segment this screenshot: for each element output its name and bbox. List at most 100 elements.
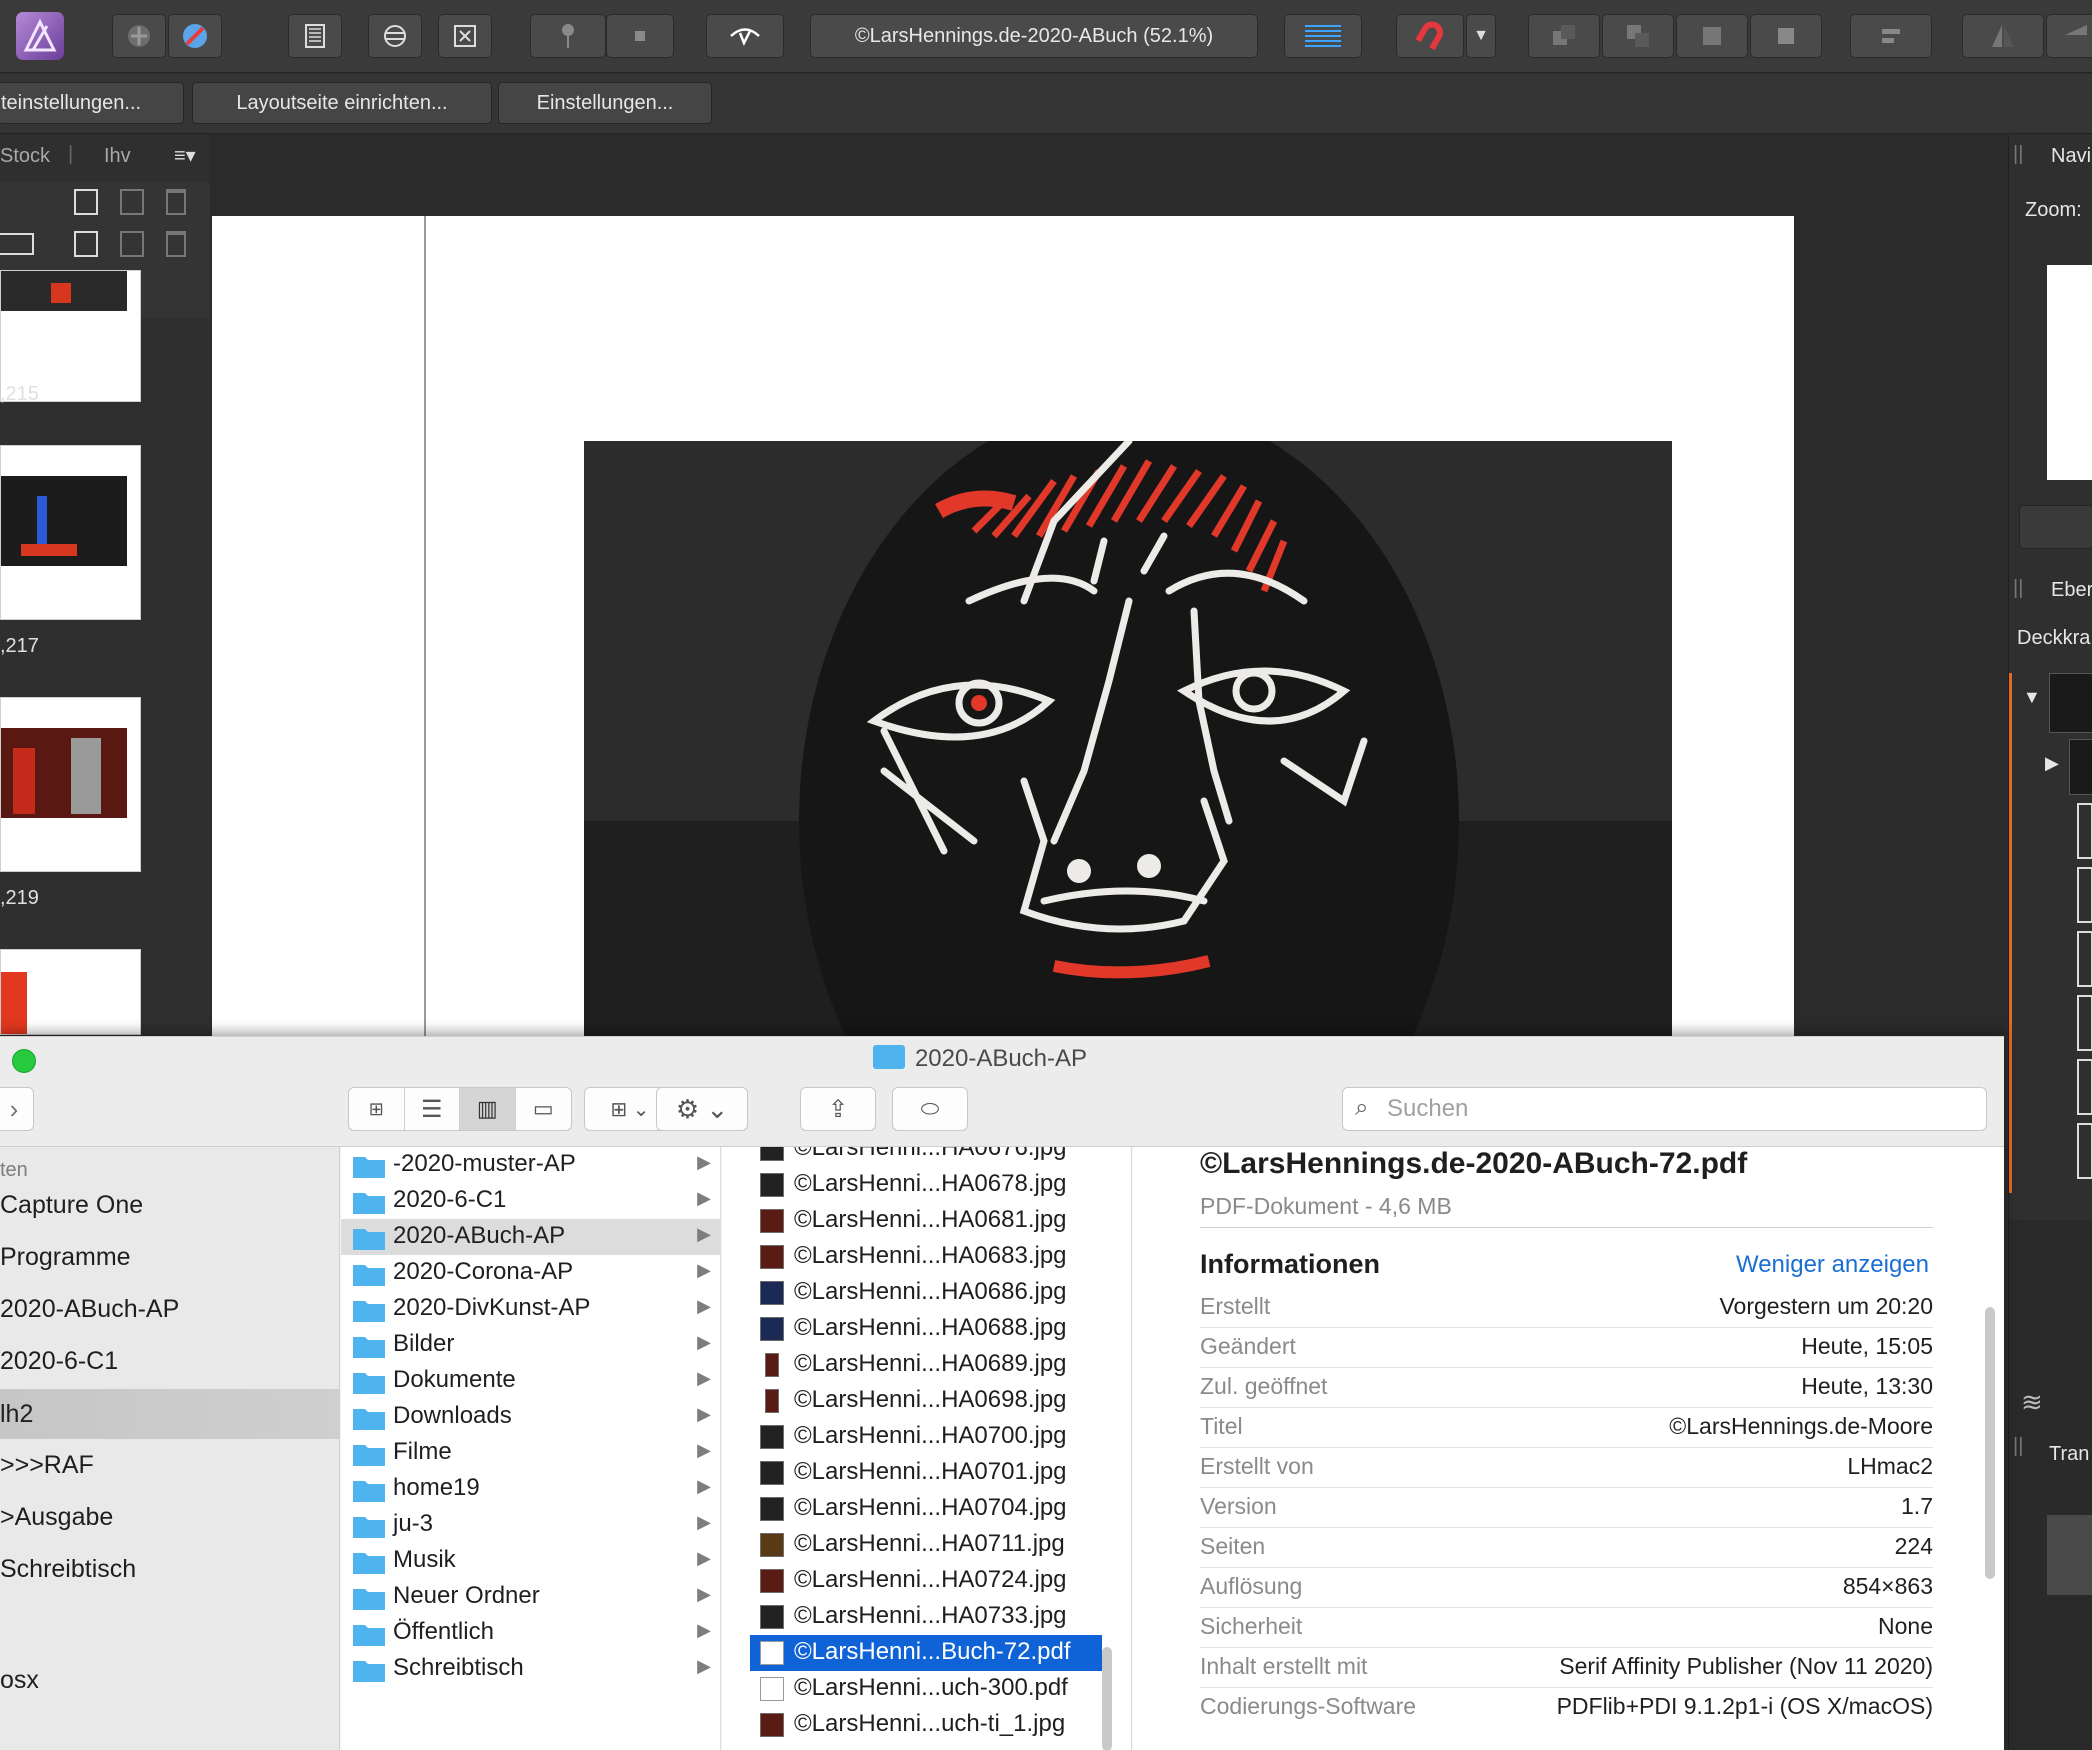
flip-horizontal-icon[interactable]: [1962, 14, 2044, 58]
preview-mode-icon[interactable]: [706, 14, 784, 58]
arrange-forward-icon[interactable]: [1676, 14, 1748, 58]
document-setup-button[interactable]: teinstellungen...: [0, 82, 184, 124]
snapping-dropdown-icon[interactable]: ▼: [1466, 14, 1496, 58]
sidebar-item-selected[interactable]: lh2: [0, 1389, 340, 1439]
forward-button[interactable]: ›: [0, 1087, 34, 1131]
master-page-icon[interactable]: [0, 233, 34, 255]
panel-menu-icon[interactable]: ≡▾: [174, 143, 196, 168]
sidebar-item[interactable]: Programme: [0, 1232, 340, 1282]
file-row[interactable]: ©LarsHenni...HA0678.jpg: [750, 1167, 1102, 1203]
file-row[interactable]: ©LarsHenni...HA0689.jpg: [750, 1347, 1102, 1383]
file-row[interactable]: ©LarsHenni...uch-ti_1.jpg: [750, 1707, 1102, 1743]
folder-row[interactable]: Downloads ▶: [341, 1399, 721, 1435]
transform-panel-title[interactable]: Tran: [2049, 1443, 2089, 1466]
search-input[interactable]: [1387, 1094, 1977, 1124]
column-scrollbar[interactable]: [1102, 1647, 1112, 1750]
folder-row[interactable]: ju-3 ▶: [341, 1507, 721, 1543]
tag-button[interactable]: ⬭: [892, 1087, 968, 1131]
publisher-persona-icon[interactable]: [112, 14, 166, 58]
snapping-magnet-icon[interactable]: [1396, 14, 1464, 58]
file-row[interactable]: ©LarsHenni...HA0683.jpg: [750, 1239, 1102, 1275]
file-row[interactable]: ©LarsHenni...HA0704.jpg: [750, 1491, 1102, 1527]
folder-row[interactable]: Neuer Ordner ▶: [341, 1579, 721, 1615]
arrange-front-icon[interactable]: [1750, 14, 1822, 58]
sidebar-item[interactable]: Capture One: [0, 1180, 340, 1230]
delete-page-icon[interactable]: [166, 189, 186, 215]
file-row[interactable]: ©LarsHenni...HA0698.jpg: [750, 1383, 1102, 1419]
preview-scrollbar[interactable]: [1985, 1307, 1995, 1579]
duplicate-master-icon[interactable]: [120, 231, 144, 257]
folder-row[interactable]: Schreibtisch ▶: [341, 1651, 721, 1687]
folder-row[interactable]: Filme ▶: [341, 1435, 721, 1471]
file-row[interactable]: ©LarsHenni...HA0701.jpg: [750, 1455, 1102, 1491]
folder-row[interactable]: Bilder ▶: [341, 1327, 721, 1363]
gallery-view-icon[interactable]: ▭: [516, 1088, 572, 1130]
layers-panel-title[interactable]: Eber: [2051, 579, 2092, 602]
show-less-link[interactable]: Weniger anzeigen: [1736, 1251, 1929, 1279]
panel-grip-icon[interactable]: ||: [2013, 1435, 2023, 1458]
layer-thumbnail[interactable]: [2069, 739, 2092, 795]
layer-thumbnail[interactable]: [2077, 1059, 2092, 1115]
zoom-field[interactable]: [2019, 505, 2092, 549]
file-row[interactable]: ©LarsHenni...HA0688.jpg: [750, 1311, 1102, 1347]
layer-thumbnail[interactable]: [2077, 931, 2092, 987]
tab-ihv[interactable]: Ihv: [104, 145, 131, 168]
page-thumbnail[interactable]: [0, 949, 141, 1035]
arrange-back-icon[interactable]: [1528, 14, 1600, 58]
folder-row[interactable]: Öffentlich ▶: [341, 1615, 721, 1651]
layer-thumbnail[interactable]: [2049, 673, 2092, 733]
file-row[interactable]: ©LarsHenni...HA0681.jpg: [750, 1203, 1102, 1239]
navigator-preview[interactable]: [2047, 265, 2092, 480]
folder-row[interactable]: -2020-muster-AP ▶: [341, 1147, 721, 1183]
folder-row[interactable]: Dokumente ▶: [341, 1363, 721, 1399]
sidebar-item[interactable]: 2020-6-C1: [0, 1336, 340, 1386]
placed-image[interactable]: [584, 441, 1672, 1041]
affinity-publisher-logo[interactable]: [16, 12, 64, 60]
column-view-icon[interactable]: ▥: [460, 1088, 516, 1130]
sidebar-item[interactable]: Schreibtisch: [0, 1544, 340, 1594]
tab-stock[interactable]: Stock: [0, 145, 50, 168]
disclosure-down-icon[interactable]: ▼: [2023, 687, 2041, 708]
file-row[interactable]: ©LarsHenni...HA0711.jpg: [750, 1527, 1102, 1563]
pin-icon[interactable]: [530, 14, 606, 58]
document-title-button[interactable]: ©LarsHennings.de-2020-ABuch (52.1%): [810, 14, 1258, 58]
align-icon[interactable]: [1850, 14, 1932, 58]
file-row-selected[interactable]: ©LarsHenni...Buch-72.pdf: [750, 1635, 1102, 1671]
layer-thumbnail[interactable]: [2077, 867, 2092, 923]
layer-thumbnail[interactable]: [2077, 803, 2092, 859]
page-setup-button[interactable]: Layoutseite einrichten...: [192, 82, 492, 124]
picture-frame-icon[interactable]: [438, 14, 492, 58]
add-master-icon[interactable]: [74, 231, 98, 257]
photo-persona-icon[interactable]: [168, 14, 222, 58]
folder-row[interactable]: 2020-6-C1 ▶: [341, 1183, 721, 1219]
sidebar-item[interactable]: >Ausgabe: [0, 1492, 340, 1542]
layer-thumbnail[interactable]: [2077, 1123, 2092, 1179]
share-button[interactable]: ⇪: [800, 1087, 876, 1131]
folder-row[interactable]: 2020-DivKunst-AP ▶: [341, 1291, 721, 1327]
panel-grip-icon[interactable]: ||: [2013, 143, 2023, 166]
stop-icon[interactable]: [606, 14, 674, 58]
folder-row[interactable]: Musik ▶: [341, 1543, 721, 1579]
folder-row-selected[interactable]: 2020-ABuch-AP ▶: [341, 1219, 721, 1255]
file-row[interactable]: ©LarsHenni...HA0724.jpg: [750, 1563, 1102, 1599]
layers-stack-icon[interactable]: ≋: [2021, 1387, 2043, 1418]
page-frame-icon[interactable]: [288, 14, 342, 58]
navigator-panel-title[interactable]: Navi: [2051, 145, 2091, 168]
arrange-backward-icon[interactable]: [1602, 14, 1674, 58]
flip-vertical-icon[interactable]: [2046, 14, 2092, 58]
layer-thumbnail[interactable]: [2077, 995, 2092, 1051]
file-row[interactable]: ©LarsHenni...HA0676.jpg: [750, 1147, 1102, 1167]
sidebar-item[interactable]: 2020-ABuch-AP: [0, 1284, 340, 1334]
duplicate-page-icon[interactable]: [120, 189, 144, 215]
transform-anchor-icon[interactable]: [2047, 1515, 2092, 1595]
page-thumbnail[interactable]: [0, 445, 141, 620]
panel-grip-icon[interactable]: ||: [2013, 577, 2023, 600]
list-view-icon[interactable]: ☰: [405, 1088, 460, 1130]
master-page-icon[interactable]: [368, 14, 422, 58]
baseline-grid-icon[interactable]: [1284, 14, 1362, 58]
folder-row[interactable]: 2020-Corona-AP ▶: [341, 1255, 721, 1291]
sidebar-item[interactable]: >>>RAF: [0, 1440, 340, 1490]
sidebar-item[interactable]: osx: [0, 1655, 340, 1705]
disclosure-right-icon[interactable]: ▶: [2045, 753, 2059, 774]
file-row[interactable]: ©LarsHenni...uch-300.pdf: [750, 1671, 1102, 1707]
